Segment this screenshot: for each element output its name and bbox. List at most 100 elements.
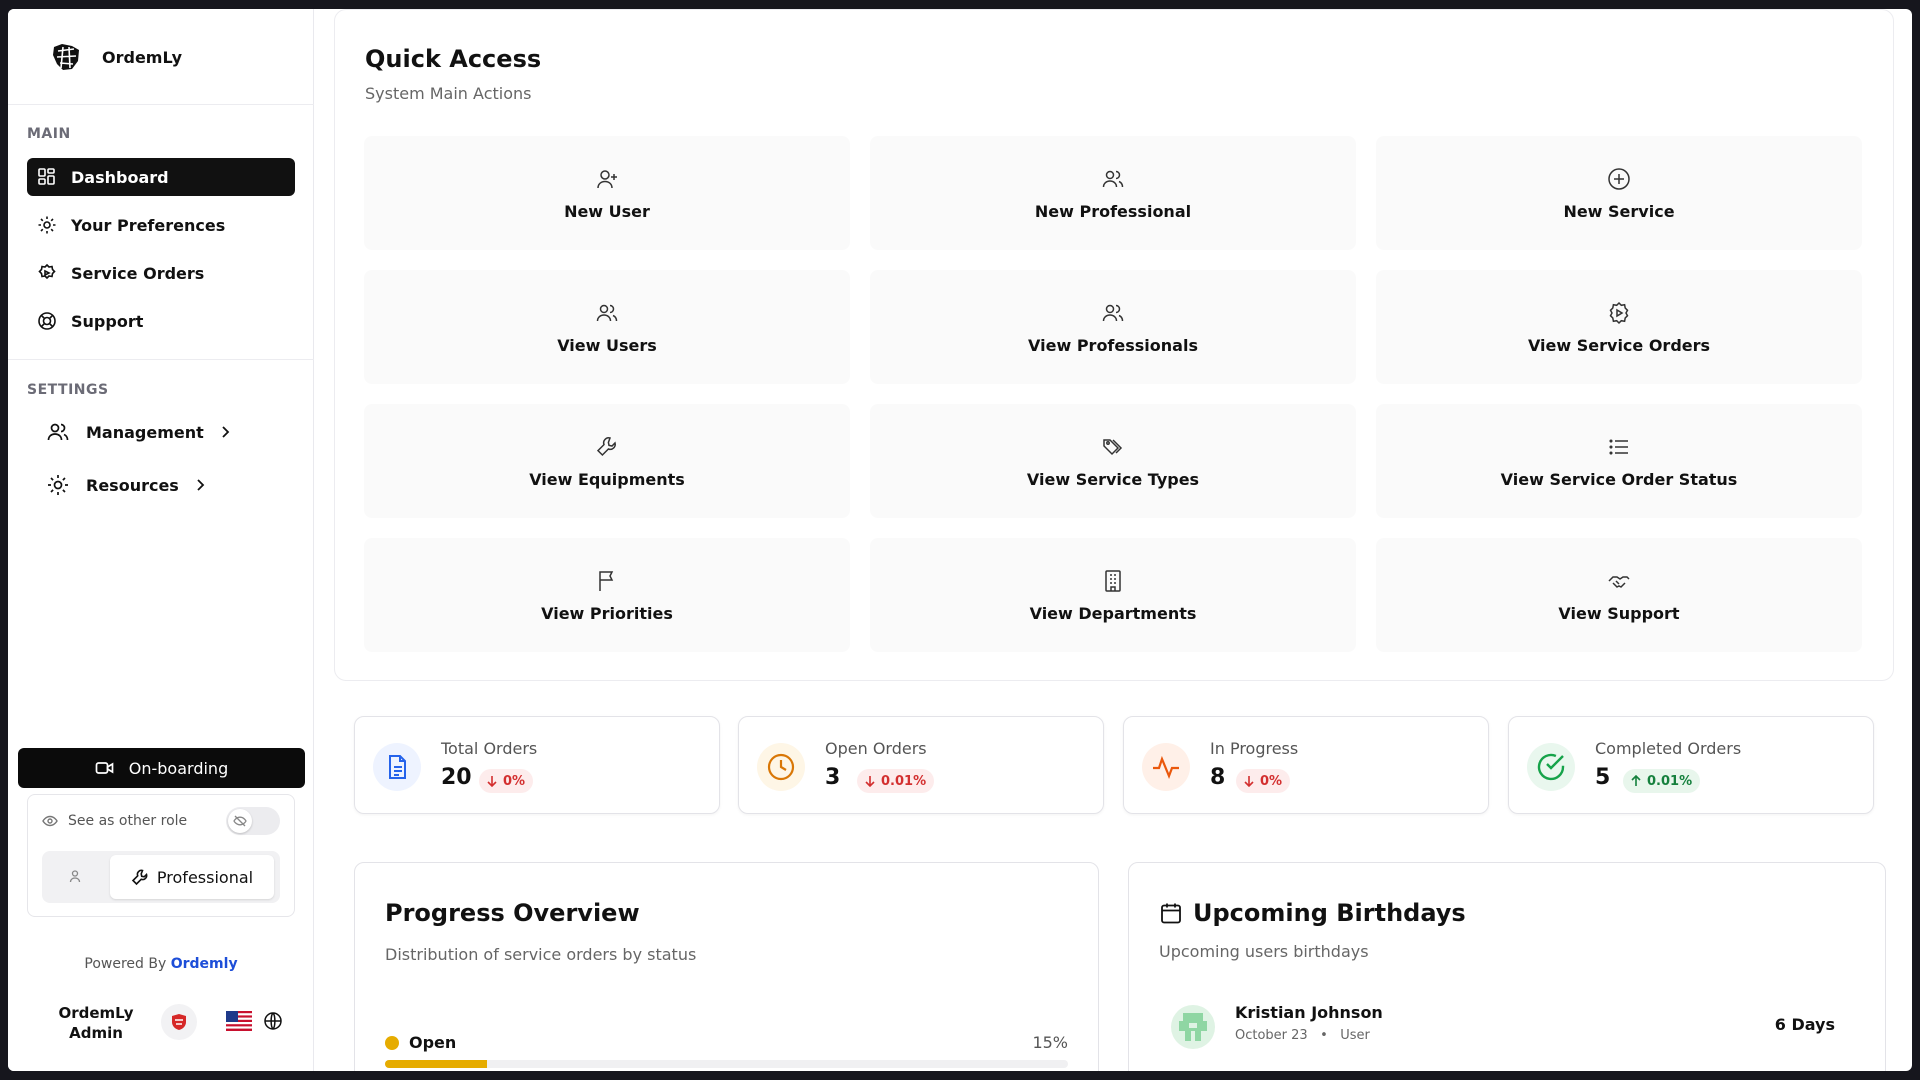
status-dot bbox=[385, 1035, 399, 1050]
sidebar-item-service-orders[interactable]: Service Orders bbox=[27, 254, 295, 292]
role-switcher-card: See as other role Professional bbox=[27, 794, 295, 917]
list-item[interactable]: Kristian Johnson October 23 • User 6 Day… bbox=[1171, 1001, 1835, 1057]
video-camera-icon bbox=[95, 762, 114, 774]
avatar[interactable] bbox=[161, 1004, 197, 1040]
divider bbox=[8, 104, 314, 105]
stat-change: 0.01% bbox=[881, 773, 927, 789]
person-icon bbox=[69, 870, 81, 883]
lifebuoy-icon bbox=[37, 311, 57, 331]
gear-icon bbox=[37, 215, 57, 235]
view-professionals-button[interactable]: View Professionals bbox=[870, 270, 1356, 384]
sidebar-item-preferences[interactable]: Your Preferences bbox=[27, 206, 295, 244]
tile-label: View Service Orders bbox=[1527, 336, 1711, 355]
tile-label: New Professional bbox=[1034, 202, 1192, 221]
powered-prefix: Powered By bbox=[84, 956, 167, 972]
progress-subtitle: Distribution of service orders by status bbox=[385, 945, 697, 964]
brand-logo-icon bbox=[53, 44, 79, 70]
eye-icon bbox=[42, 815, 58, 827]
view-support-button[interactable]: View Support bbox=[1376, 538, 1862, 652]
quick-access-card: Quick Access System Main Actions New Use… bbox=[334, 9, 1894, 681]
stat-label: In Progress bbox=[1210, 739, 1299, 758]
stat-value: 3 bbox=[825, 765, 841, 790]
view-equipments-button[interactable]: View Equipments bbox=[364, 404, 850, 518]
list-icon bbox=[1607, 434, 1631, 460]
birthday-role: User bbox=[1340, 1028, 1370, 1043]
stat-card-in-progress[interactable]: In Progress 8 0% bbox=[1123, 716, 1489, 814]
quick-access-subtitle: System Main Actions bbox=[365, 84, 532, 103]
view-priorities-button[interactable]: View Priorities bbox=[364, 538, 850, 652]
stat-change: 0% bbox=[1260, 773, 1283, 789]
user-name[interactable]: OrdemLy Admin bbox=[48, 1003, 144, 1043]
app-window: OrdemLy MAIN Dashboard Your Preferences … bbox=[8, 9, 1912, 1071]
sidebar-item-label: Management bbox=[86, 422, 204, 442]
cog-play-icon bbox=[1607, 300, 1631, 326]
plus-circle-icon bbox=[1607, 166, 1631, 192]
view-service-order-status-button[interactable]: View Service Order Status bbox=[1376, 404, 1862, 518]
birthdays-title: Upcoming Birthdays bbox=[1159, 899, 1466, 927]
shield-logo-icon bbox=[172, 1014, 186, 1030]
handshake-icon bbox=[1607, 568, 1631, 594]
sidebar-item-label: Service Orders bbox=[71, 263, 205, 283]
separator-dot: • bbox=[1311, 1028, 1337, 1043]
calendar-icon bbox=[1161, 903, 1181, 924]
new-service-button[interactable]: New Service bbox=[1376, 136, 1862, 250]
user-name-line2: Admin bbox=[69, 1024, 123, 1042]
sidebar-item-label: Resources bbox=[86, 475, 179, 495]
arrow-down-icon bbox=[1244, 776, 1254, 787]
stat-label: Completed Orders bbox=[1595, 739, 1742, 758]
birthday-date: October 23 bbox=[1235, 1028, 1308, 1043]
new-professional-button[interactable]: New Professional bbox=[870, 136, 1356, 250]
us-flag-icon[interactable] bbox=[226, 1011, 252, 1031]
progress-title: Progress Overview bbox=[385, 899, 640, 927]
birthday-name: Kristian Johnson bbox=[1235, 1003, 1383, 1022]
view-service-orders-button[interactable]: View Service Orders bbox=[1376, 270, 1862, 384]
stat-change: 0% bbox=[503, 773, 526, 789]
stat-card-completed-orders[interactable]: Completed Orders 5 0.01% bbox=[1508, 716, 1874, 814]
stat-card-total-orders[interactable]: Total Orders 20 0% bbox=[354, 716, 720, 814]
tile-label: View Service Order Status bbox=[1500, 470, 1738, 489]
user-plus-icon bbox=[595, 166, 619, 192]
dashboard-grid-icon bbox=[37, 167, 57, 187]
stat-value: 8 bbox=[1210, 765, 1226, 790]
powered-link[interactable]: Ordemly bbox=[171, 956, 238, 972]
stat-change-badge: 0% bbox=[1236, 769, 1291, 793]
tile-label: New User bbox=[564, 202, 650, 221]
sidebar-item-support[interactable]: Support bbox=[27, 302, 295, 340]
arrow-down-icon bbox=[487, 776, 497, 787]
globe-icon[interactable] bbox=[263, 1011, 283, 1031]
sidebar-item-management[interactable]: Management bbox=[46, 417, 232, 447]
role-toggle-switch[interactable] bbox=[226, 807, 280, 835]
users-icon bbox=[595, 300, 619, 326]
sidebar: OrdemLy MAIN Dashboard Your Preferences … bbox=[8, 9, 314, 1071]
section-label-settings: SETTINGS bbox=[27, 382, 109, 398]
view-users-button[interactable]: View Users bbox=[364, 270, 850, 384]
stat-change-badge: 0.01% bbox=[1623, 769, 1701, 793]
activity-icon bbox=[1142, 743, 1190, 791]
users-icon bbox=[1101, 166, 1125, 192]
new-user-button[interactable]: New User bbox=[364, 136, 850, 250]
document-icon bbox=[373, 743, 421, 791]
progress-overview-card: Progress Overview Distribution of servic… bbox=[354, 862, 1099, 1071]
stat-change-badge: 0.01% bbox=[857, 769, 935, 793]
powered-by: Powered By Ordemly bbox=[8, 956, 314, 972]
stat-card-open-orders[interactable]: Open Orders 3 0.01% bbox=[738, 716, 1104, 814]
users-icon bbox=[1101, 300, 1125, 326]
users-icon bbox=[46, 420, 70, 444]
tags-icon bbox=[1101, 434, 1125, 460]
birthdays-subtitle: Upcoming users birthdays bbox=[1159, 942, 1369, 961]
brand[interactable]: OrdemLy bbox=[48, 39, 182, 75]
sidebar-item-resources[interactable]: Resources bbox=[46, 470, 207, 500]
arrow-up-icon bbox=[1631, 775, 1641, 786]
section-label-main: MAIN bbox=[27, 126, 71, 142]
tile-label: View Support bbox=[1558, 604, 1680, 623]
wrench-icon bbox=[131, 869, 148, 886]
stat-label: Open Orders bbox=[825, 739, 927, 758]
user-role-option[interactable] bbox=[68, 869, 82, 883]
view-departments-button[interactable]: View Departments bbox=[870, 538, 1356, 652]
building-icon bbox=[1101, 568, 1125, 594]
progress-bar-track bbox=[385, 1060, 1068, 1068]
view-service-types-button[interactable]: View Service Types bbox=[870, 404, 1356, 518]
professional-role-option[interactable]: Professional bbox=[110, 855, 274, 899]
sidebar-item-dashboard[interactable]: Dashboard bbox=[27, 158, 295, 196]
onboarding-button[interactable]: On-boarding bbox=[18, 748, 305, 788]
